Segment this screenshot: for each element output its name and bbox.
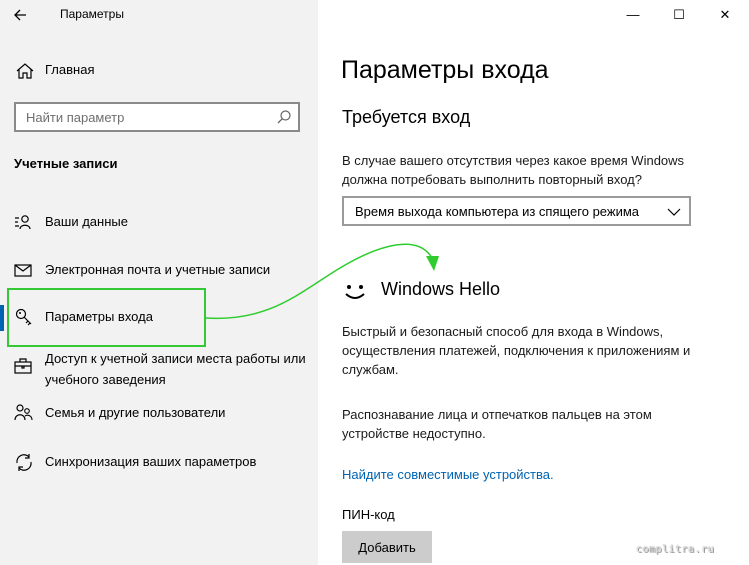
search-placeholder: Найти параметр (26, 110, 125, 125)
user-info-icon (14, 212, 36, 234)
back-arrow-icon[interactable] (10, 4, 32, 26)
sidebar-item-label: Семья и другие пользователи (45, 405, 226, 420)
chevron-down-icon (667, 205, 681, 219)
annotation-highlight-box (7, 288, 206, 347)
close-button[interactable]: ✕ (702, 0, 748, 30)
briefcase-icon (14, 356, 36, 378)
signin-timeout-dropdown[interactable]: Время выхода компьютера из спящего режим… (342, 196, 691, 226)
window-controls: — ☐ ✕ (610, 0, 749, 30)
smiley-icon (343, 279, 371, 305)
sidebar-item-sync[interactable]: Синхронизация ваших параметров (14, 452, 314, 476)
windows-hello-unavailable-note: Распознавание лица и отпечатков пальцев … (342, 407, 652, 441)
minimize-button[interactable]: — (610, 0, 656, 30)
find-compatible-devices-link[interactable]: Найдите совместимые устройства. (342, 467, 554, 482)
add-pin-button[interactable]: Добавить (342, 531, 432, 563)
mail-icon (14, 260, 36, 282)
maximize-button[interactable]: ☐ (656, 0, 702, 30)
watermark: complitra.ru (636, 544, 715, 555)
nav-home[interactable]: Главная (14, 60, 314, 84)
search-input[interactable]: Найти параметр (14, 102, 300, 132)
section-title: Учетные записи (14, 156, 118, 171)
people-icon (14, 403, 36, 425)
signin-required-description: В случае вашего отсутствия через какое в… (342, 153, 685, 187)
home-icon (14, 60, 36, 82)
sidebar-item-your-info[interactable]: Ваши данные (14, 212, 314, 236)
windows-hello-heading: Windows Hello (381, 279, 501, 299)
sidebar-item-label: Синхронизация ваших параметров (45, 454, 257, 469)
selected-indicator (0, 305, 4, 331)
sidebar-item-label: Электронная почта и учетные записи (45, 262, 271, 277)
signin-required-heading: Требуется вход (342, 107, 471, 127)
sidebar-item-label: Ваши данные (45, 214, 128, 229)
nav-home-label: Главная (45, 62, 95, 77)
windows-hello-header: Windows Hello (343, 277, 643, 307)
sidebar-item-email[interactable]: Электронная почта и учетные записи (14, 260, 314, 284)
sidebar-item-family[interactable]: Семья и другие пользователи (14, 403, 314, 427)
sidebar-item-work-access[interactable]: Доступ к учетной записи места работы или… (14, 346, 314, 390)
page-title: Параметры входа (341, 56, 549, 84)
window-title: Параметры (60, 7, 124, 21)
pin-label: ПИН-код (342, 507, 395, 522)
search-icon[interactable] (276, 109, 292, 125)
windows-hello-description: Быстрый и безопасный способ для входа в … (342, 324, 691, 377)
dropdown-value: Время выхода компьютера из спящего режим… (355, 204, 640, 219)
sidebar-item-label: Доступ к учетной записи места работы или… (45, 351, 306, 387)
sync-icon (14, 452, 36, 474)
